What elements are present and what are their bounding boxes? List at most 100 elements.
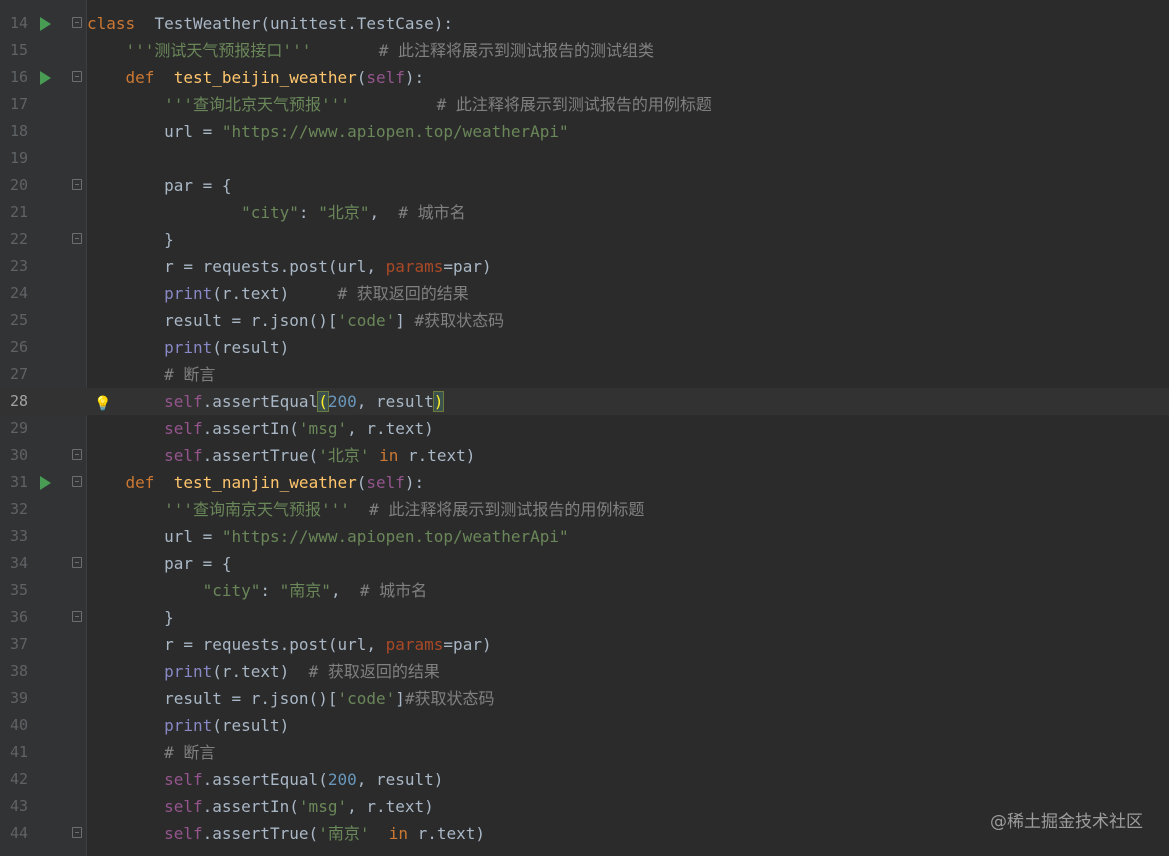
code-line[interactable]: 27 # 断言 (0, 361, 1169, 388)
code-line[interactable]: 14 class TestWeather(unittest.TestCase): (0, 10, 1169, 37)
code-line[interactable]: 24 print(r.text) # 获取返回的结果 (0, 280, 1169, 307)
code-line[interactable]: 31 def test_nanjin_weather(self): (0, 469, 1169, 496)
code-text[interactable]: result = r.json()['code'] #获取状态码 (87, 307, 504, 334)
code-text[interactable]: def test_nanjin_weather(self): (87, 469, 425, 496)
line-number[interactable]: 24 (0, 280, 28, 307)
code-line[interactable]: 29 self.assertIn('msg', r.text) (0, 415, 1169, 442)
code-text[interactable]: print(result) (87, 712, 289, 739)
line-number[interactable]: 33 (0, 523, 28, 550)
line-number[interactable]: 44 (0, 820, 28, 847)
line-number[interactable]: 41 (0, 739, 28, 766)
code-text[interactable]: # 断言 (87, 361, 215, 388)
line-number[interactable]: 30 (0, 442, 28, 469)
code-text[interactable]: self.assertIn('msg', r.text) (87, 415, 434, 442)
code-text[interactable]: print(result) (87, 334, 289, 361)
code-text[interactable]: # 断言 (87, 739, 215, 766)
fold-open-icon[interactable] (72, 476, 82, 487)
code-text[interactable]: self.assertTrue('南京' in r.text) (87, 820, 485, 847)
line-number[interactable]: 20 (0, 172, 28, 199)
code-line[interactable]: 34 par = { (0, 550, 1169, 577)
code-text[interactable]: def test_beijin_weather(self): (87, 64, 425, 91)
fold-close-icon[interactable] (72, 611, 82, 622)
fold-open-icon[interactable] (72, 17, 82, 28)
fold-open-icon[interactable] (72, 71, 82, 82)
code-text[interactable]: par = { (87, 550, 231, 577)
code-line[interactable]: 26 print(result) (0, 334, 1169, 361)
code-text[interactable]: self.assertEqual(200, result) (87, 766, 443, 793)
code-line[interactable]: 42 self.assertEqual(200, result) (0, 766, 1169, 793)
code-text[interactable]: url = "https://www.apiopen.top/weatherAp… (87, 118, 569, 145)
line-number[interactable]: 26 (0, 334, 28, 361)
line-number[interactable]: 42 (0, 766, 28, 793)
line-number[interactable]: 16 (0, 64, 28, 91)
line-number[interactable]: 43 (0, 793, 28, 820)
code-text[interactable]: } (87, 226, 174, 253)
code-line[interactable]: 15 '''测试天气预报接口''' # 此注释将展示到测试报告的测试组类 (0, 37, 1169, 64)
code-text[interactable]: "city": "南京", # 城市名 (87, 577, 428, 604)
code-line[interactable]: 37 r = requests.post(url, params=par) (0, 631, 1169, 658)
code-text[interactable]: print(r.text) # 获取返回的结果 (87, 280, 469, 307)
line-number[interactable]: 39 (0, 685, 28, 712)
code-line[interactable]: 35 "city": "南京", # 城市名 (0, 577, 1169, 604)
code-text[interactable]: '''测试天气预报接口''' # 此注释将展示到测试报告的测试组类 (87, 37, 655, 64)
code-text[interactable]: self.assertEqual(200, result) (87, 388, 445, 415)
code-line[interactable]: 21 "city": "北京", # 城市名 (0, 199, 1169, 226)
code-line[interactable]: 41 # 断言 (0, 739, 1169, 766)
code-text[interactable]: r = requests.post(url, params=par) (87, 253, 492, 280)
code-editor[interactable]: 14 class TestWeather(unittest.TestCase): 1… (0, 0, 1169, 856)
run-test-icon[interactable] (40, 17, 51, 31)
code-line[interactable]: 36 } (0, 604, 1169, 631)
line-number[interactable]: 28 (0, 388, 28, 415)
line-number[interactable]: 38 (0, 658, 28, 685)
line-number[interactable]: 31 (0, 469, 28, 496)
code-line[interactable]: 20 par = { (0, 172, 1169, 199)
run-test-icon[interactable] (40, 71, 51, 85)
code-line[interactable]: 22 } (0, 226, 1169, 253)
code-line[interactable]: 17 '''查询北京天气预报''' # 此注释将展示到测试报告的用例标题 (0, 91, 1169, 118)
line-number[interactable]: 22 (0, 226, 28, 253)
code-text[interactable]: r = requests.post(url, params=par) (87, 631, 492, 658)
code-line[interactable]: 32 '''查询南京天气预报''' # 此注释将展示到测试报告的用例标题 (0, 496, 1169, 523)
fold-open-icon[interactable] (72, 179, 82, 190)
run-test-icon[interactable] (40, 476, 51, 490)
line-number[interactable]: 18 (0, 118, 28, 145)
code-text[interactable]: par = { (87, 172, 231, 199)
code-line[interactable]: 40 print(result) (0, 712, 1169, 739)
line-number[interactable]: 19 (0, 145, 28, 172)
line-number[interactable]: 27 (0, 361, 28, 388)
code-text[interactable]: self.assertIn('msg', r.text) (87, 793, 434, 820)
code-text[interactable]: } (87, 604, 174, 631)
code-text[interactable]: '''查询北京天气预报''' # 此注释将展示到测试报告的用例标题 (87, 91, 712, 118)
line-number[interactable]: 32 (0, 496, 28, 523)
fold-close-icon[interactable] (72, 827, 82, 838)
code-line[interactable]: 28 💡 self.assertEqual(200, result) (0, 388, 1169, 415)
line-number[interactable]: 40 (0, 712, 28, 739)
code-text[interactable]: self.assertTrue('北京' in r.text) (87, 442, 475, 469)
code-text[interactable]: '''查询南京天气预报''' # 此注释将展示到测试报告的用例标题 (87, 496, 644, 523)
code-line[interactable]: 16 def test_beijin_weather(self): (0, 64, 1169, 91)
code-line[interactable]: 19 (0, 145, 1169, 172)
line-number[interactable]: 25 (0, 307, 28, 334)
line-number[interactable]: 21 (0, 199, 28, 226)
code-text[interactable]: result = r.json()['code']#获取状态码 (87, 685, 494, 712)
code-line[interactable]: 25 result = r.json()['code'] #获取状态码 (0, 307, 1169, 334)
code-line[interactable]: 39 result = r.json()['code']#获取状态码 (0, 685, 1169, 712)
code-line[interactable]: 23 r = requests.post(url, params=par) (0, 253, 1169, 280)
fold-close-icon[interactable] (72, 449, 82, 460)
code-line[interactable]: 38 print(r.text) # 获取返回的结果 (0, 658, 1169, 685)
line-number[interactable]: 37 (0, 631, 28, 658)
code-line[interactable]: 18 url = "https://www.apiopen.top/weathe… (0, 118, 1169, 145)
fold-open-icon[interactable] (72, 557, 82, 568)
fold-close-icon[interactable] (72, 233, 82, 244)
code-text[interactable]: print(r.text) # 获取返回的结果 (87, 658, 440, 685)
line-number[interactable]: 23 (0, 253, 28, 280)
code-text[interactable]: "city": "北京", # 城市名 (87, 199, 466, 226)
line-number[interactable]: 14 (0, 10, 28, 37)
line-number[interactable]: 36 (0, 604, 28, 631)
code-text[interactable]: url = "https://www.apiopen.top/weatherAp… (87, 523, 569, 550)
code-line[interactable]: 33 url = "https://www.apiopen.top/weathe… (0, 523, 1169, 550)
line-number[interactable]: 35 (0, 577, 28, 604)
code-text[interactable]: class TestWeather(unittest.TestCase): (87, 10, 453, 37)
line-number[interactable]: 29 (0, 415, 28, 442)
line-number[interactable]: 34 (0, 550, 28, 577)
